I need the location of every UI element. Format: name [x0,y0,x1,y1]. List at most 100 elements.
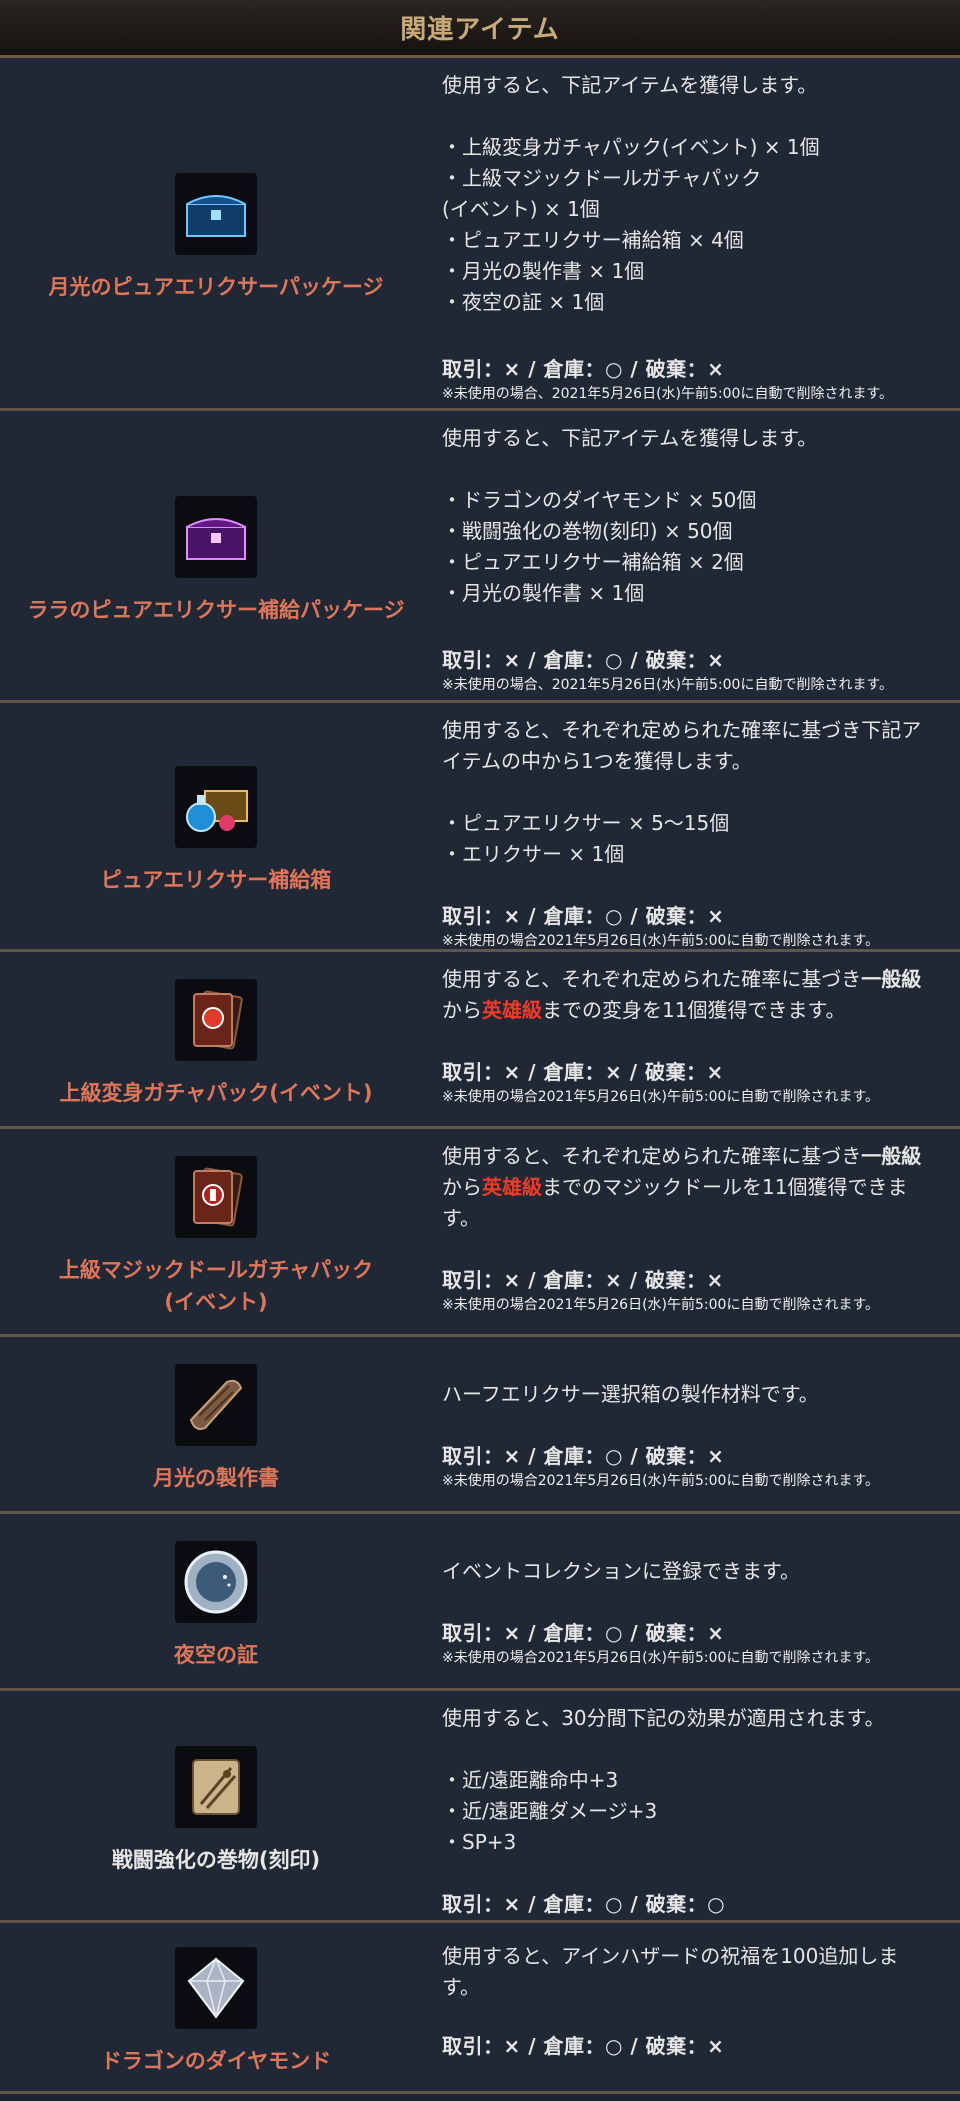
item-row: 夜空の証 イベントコレクションに登録できます。 取引：× / 倉庫：○ / 破棄… [0,1514,960,1691]
list-item: ・月光の製作書 × 1個 [442,581,645,605]
scroll-icon [175,1364,257,1446]
expiry-note: ※未使用の場合、2021年5月26日(水)午前5:00に自動で削除されます。 [442,386,894,402]
trade-info: 取引：× / 倉庫：○ / 破棄：× [442,357,725,381]
item-row: 上級マジックドールガチャパック (イベント) 使用すると、それぞれ定められた確率… [0,1129,960,1337]
expiry-note: ※未使用の場合2021年5月26日(水)午前5:00に自動で削除されます。 [442,1473,880,1489]
item-description: 使用すると、アインハザードの祝福を100追加しま [442,1944,899,1968]
battle-scroll-icon [175,1745,257,1828]
item-contents-list: ・上級変身ガチャパック(イベント) × 1個 ・上級マジックドールガチャパック … [442,132,946,318]
list-item: ・近/遠距離ダメージ+3 [442,1799,658,1823]
list-item: ・エリクサー × 1個 [442,842,625,866]
description-text: までのマジックドールを11個獲得できま [542,1175,908,1199]
item-details: 使用すると、それぞれ定められた確率に基づき一般級 から英雄級までの変身を11個獲… [432,952,960,1126]
description-text: までの変身を11個獲得できます。 [542,998,846,1022]
trade-info: 取引：× / 倉庫：○ / 破棄：× [442,648,725,672]
item-description: 使用すると、下記アイテムを獲得します。 [442,426,818,450]
item-row: 上級変身ガチャパック(イベント) 使用すると、それぞれ定められた確率に基づき一般… [0,952,960,1129]
item-name: ララのピュアエリクサー補給パッケージ [27,597,405,622]
item-row: 戦闘強化の巻物(刻印) 使用すると、30分間下記の効果が適用されます。 ・近/遠… [0,1691,960,1923]
trade-info: 取引：× / 倉庫：○ / 破棄：× [442,2034,725,2058]
item-description: イベントコレクションに登録できます。 [442,1559,800,1583]
item-details: 使用すると、下記アイテムを獲得します。 ・上級変身ガチャパック(イベント) × … [432,58,960,408]
item-name: 上級変身ガチャパック(イベント) [59,1081,373,1105]
item-details: 使用すると、30分間下記の効果が適用されます。 ・近/遠距離命中+3 ・近/遠距… [432,1691,960,1920]
item-name: 戦闘強化の巻物(刻印) [111,1847,321,1872]
polymorph-card-pack-icon [175,979,257,1061]
rank-general: 一般級 [861,967,922,991]
item-name: 月光のピュアエリクサーパッケージ [48,275,384,299]
item-details: 使用すると、それぞれ定められた確率に基づき下記ア イテムの中から1つを獲得します… [432,703,960,949]
expiry-note: ※未使用の場合2021年5月26日(水)午前5:00に自動で削除されます。 [442,1650,880,1666]
moon-medal-icon [175,1541,257,1623]
item-identity: 月光の製作書 [0,1337,432,1511]
item-description: ハーフエリクサー選択箱の製作材料です。 [442,1382,819,1406]
list-item: ・ピュアエリクサー補給箱 × 4個 [442,228,744,252]
trade-info: 取引：× / 倉庫：× / 破棄：× [442,1268,724,1292]
item-name: 月光の製作書 [153,1466,279,1490]
item-identity: 上級変身ガチャパック(イベント) [0,952,432,1126]
trade-info: 取引：× / 倉庫：○ / 破棄：× [442,1621,725,1645]
trade-info: 取引：× / 倉庫：○ / 破棄：○ [442,1892,726,1916]
item-name-line: (イベント) [164,1289,268,1314]
item-details: イベントコレクションに登録できます。 取引：× / 倉庫：○ / 破棄：× ※未… [432,1514,960,1688]
rank-hero: 英雄級 [482,998,542,1022]
item-name: ドラゴンのダイヤモンド [100,2049,332,2073]
item-identity: ピュアエリクサー補給箱 [0,703,432,949]
item-effects-list: ・近/遠距離命中+3 ・近/遠距離ダメージ+3 ・SP+3 [442,1765,946,1858]
diamond-icon [175,1947,257,2029]
expiry-note: ※未使用の場合2021年5月26日(水)午前5:00に自動で削除されます。 [442,1089,880,1105]
list-item: ・近/遠距離命中+3 [442,1768,619,1792]
item-row: ララのピュアエリクサー補給パッケージ 使用すると、下記アイテムを獲得します。 ・… [0,411,960,703]
item-details: 使用すると、下記アイテムを獲得します。 ・ドラゴンのダイヤモンド × 50個 ・… [432,411,960,700]
item-identity: 夜空の証 [0,1514,432,1688]
item-details: ハーフエリクサー選択箱の製作材料です。 取引：× / 倉庫：○ / 破棄：× ※… [432,1337,960,1511]
item-details: 使用すると、それぞれ定められた確率に基づき一般級 から英雄級までのマジックドール… [432,1129,960,1334]
list-item: ・夜空の証 × 1個 [442,290,605,314]
trade-info: 取引：× / 倉庫：× / 破棄：× [442,1060,724,1084]
item-row: ピュアエリクサー補給箱 使用すると、それぞれ定められた確率に基づき下記ア イテム… [0,703,960,952]
list-item: ・上級マジックドールガチャパック [442,166,762,190]
rank-hero: 英雄級 [482,1175,542,1199]
description-text: 使用すると、それぞれ定められた確率に基づき [442,967,862,991]
description-text: から [442,998,482,1022]
list-item: (イベント) × 1個 [442,197,600,221]
item-contents-list: ・ドラゴンのダイヤモンド × 50個 ・戦闘強化の巻物(刻印) × 50個 ・ピ… [442,485,946,609]
item-description: 使用すると、30分間下記の効果が適用されます。 [442,1706,885,1730]
rank-general: 一般級 [861,1144,922,1168]
section-header: 関連アイテム [0,0,960,58]
list-item: ・ドラゴンのダイヤモンド × 50個 [442,488,757,512]
item-identity: 戦闘強化の巻物(刻印) [0,1691,432,1920]
item-description: 使用すると、それぞれ定められた確率に基づき一般級 から英雄級までの変身を11個獲… [442,964,946,1026]
elixir-chest-icon [175,766,257,848]
section-title: 関連アイテム [400,15,560,45]
item-description: 使用すると、それぞれ定められた確率に基づき下記ア [442,718,922,742]
item-row: 月光の製作書 ハーフエリクサー選択箱の製作材料です。 取引：× / 倉庫：○ /… [0,1337,960,1514]
list-item: ・上級変身ガチャパック(イベント) × 1個 [442,135,820,159]
list-item: ・ピュアエリクサー × 5〜15個 [442,811,730,835]
doll-card-pack-icon [175,1155,257,1238]
item-description: す。 [442,1975,480,1999]
item-row: ドラゴンのダイヤモンド 使用すると、アインハザードの祝福を100追加しま す。 … [0,1923,960,2094]
item-details: 使用すると、アインハザードの祝福を100追加しま す。 取引：× / 倉庫：○ … [432,1923,960,2091]
item-description: イテムの中から1つを獲得します。 [442,749,752,773]
trade-info: 取引：× / 倉庫：○ / 破棄：× [442,1444,725,1468]
blue-chest-icon [175,173,257,255]
expiry-note: ※未使用の場合2021年5月26日(水)午前5:00に自動で削除されます。 [442,933,880,949]
description-text: から [442,1175,482,1199]
item-identity: 上級マジックドールガチャパック (イベント) [0,1129,432,1334]
expiry-note: ※未使用の場合2021年5月26日(水)午前5:00に自動で削除されます。 [442,1297,880,1313]
item-contents-list: ・ピュアエリクサー × 5〜15個 ・エリクサー × 1個 [442,808,946,870]
item-row: 月光のピュアエリクサーパッケージ 使用すると、下記アイテムを獲得します。 ・上級… [0,58,960,411]
trade-info: 取引：× / 倉庫：○ / 破棄：× [442,904,725,928]
item-name: ピュアエリクサー補給箱 [100,868,332,892]
item-identity: ララのピュアエリクサー補給パッケージ [0,411,432,700]
item-description: 使用すると、下記アイテムを獲得します。 [442,73,818,97]
item-description: 使用すると、それぞれ定められた確率に基づき一般級 から英雄級までのマジックドール… [442,1141,946,1234]
list-item: ・SP+3 [442,1830,517,1854]
expiry-note: ※未使用の場合、2021年5月26日(水)午前5:00に自動で削除されます。 [442,677,894,693]
description-text: 使用すると、それぞれ定められた確率に基づき [442,1144,862,1168]
list-item: ・月光の製作書 × 1個 [442,259,645,283]
item-name: 上級マジックドールガチャパック (イベント) [59,1254,373,1318]
item-identity: 月光のピュアエリクサーパッケージ [0,58,432,408]
list-item: ・戦闘強化の巻物(刻印) × 50個 [442,519,733,543]
